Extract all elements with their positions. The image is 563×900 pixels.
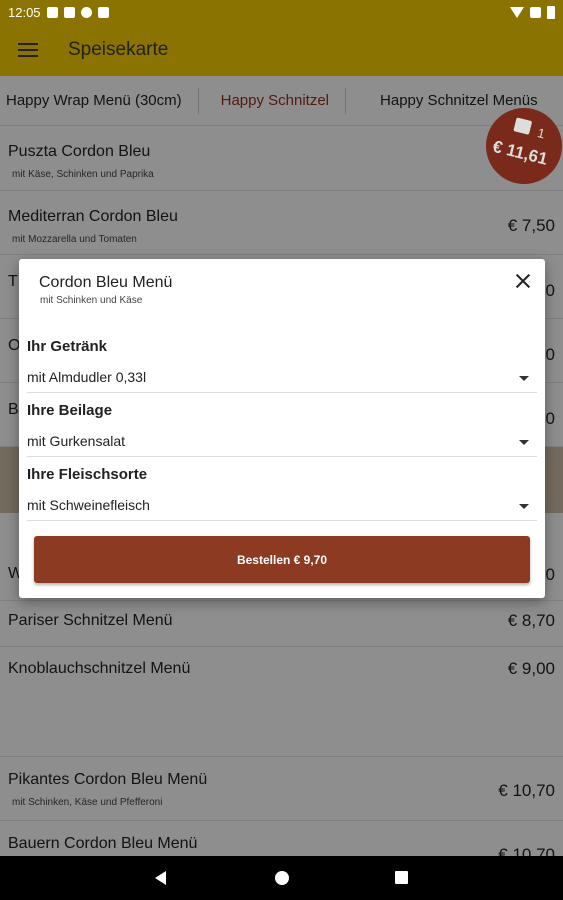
status-time: 12:05 <box>8 4 41 20</box>
home-icon[interactable] <box>275 871 289 885</box>
sd-card-icon <box>97 6 109 18</box>
wifi-icon <box>510 6 524 18</box>
drink-select-value: mit Almdudler 0,33l <box>27 369 147 385</box>
battery-icon <box>547 5 555 19</box>
cart-total: € 11,61 <box>490 136 550 169</box>
option-label-side: Ihre Beilage <box>27 402 113 419</box>
meat-select-value: mit Schweinefleisch <box>27 497 150 513</box>
side-select-value: mit Gurkensalat <box>27 433 126 449</box>
side-select[interactable]: mit Gurkensalat <box>27 427 537 457</box>
page-title: Speisekarte <box>68 39 169 60</box>
signal-icon <box>530 6 541 18</box>
notification-icon <box>63 6 75 18</box>
option-label-meat: Ihre Fleischsorte <box>27 466 148 483</box>
meat-select[interactable]: mit Schweinefleisch <box>27 491 537 521</box>
shopping-bag-icon <box>513 117 533 135</box>
sync-icon <box>80 6 92 18</box>
back-icon[interactable] <box>155 871 166 885</box>
dropdown-arrow-icon <box>519 440 529 445</box>
navigation-bar <box>0 856 563 900</box>
cart-count: 1 <box>535 125 547 142</box>
dropdown-arrow-icon <box>519 504 529 509</box>
order-button[interactable]: Bestellen € 9,70 <box>34 536 530 583</box>
option-label-drink: Ihr Getränk <box>27 338 108 355</box>
app-bar: Speisekarte <box>0 24 563 76</box>
close-icon[interactable] <box>513 271 533 291</box>
status-bar: 12:05 <box>0 0 563 24</box>
menu-icon[interactable] <box>18 43 38 57</box>
product-options-dialog: Cordon Bleu Menü mit Schinken und Käse I… <box>19 259 545 598</box>
recent-apps-icon[interactable] <box>395 871 408 884</box>
dialog-title: Cordon Bleu Menü <box>39 274 173 291</box>
notification-icon <box>46 6 58 18</box>
dropdown-arrow-icon <box>519 376 529 381</box>
drink-select[interactable]: mit Almdudler 0,33l <box>27 363 537 393</box>
dialog-subtitle: mit Schinken und Käse <box>40 295 143 306</box>
